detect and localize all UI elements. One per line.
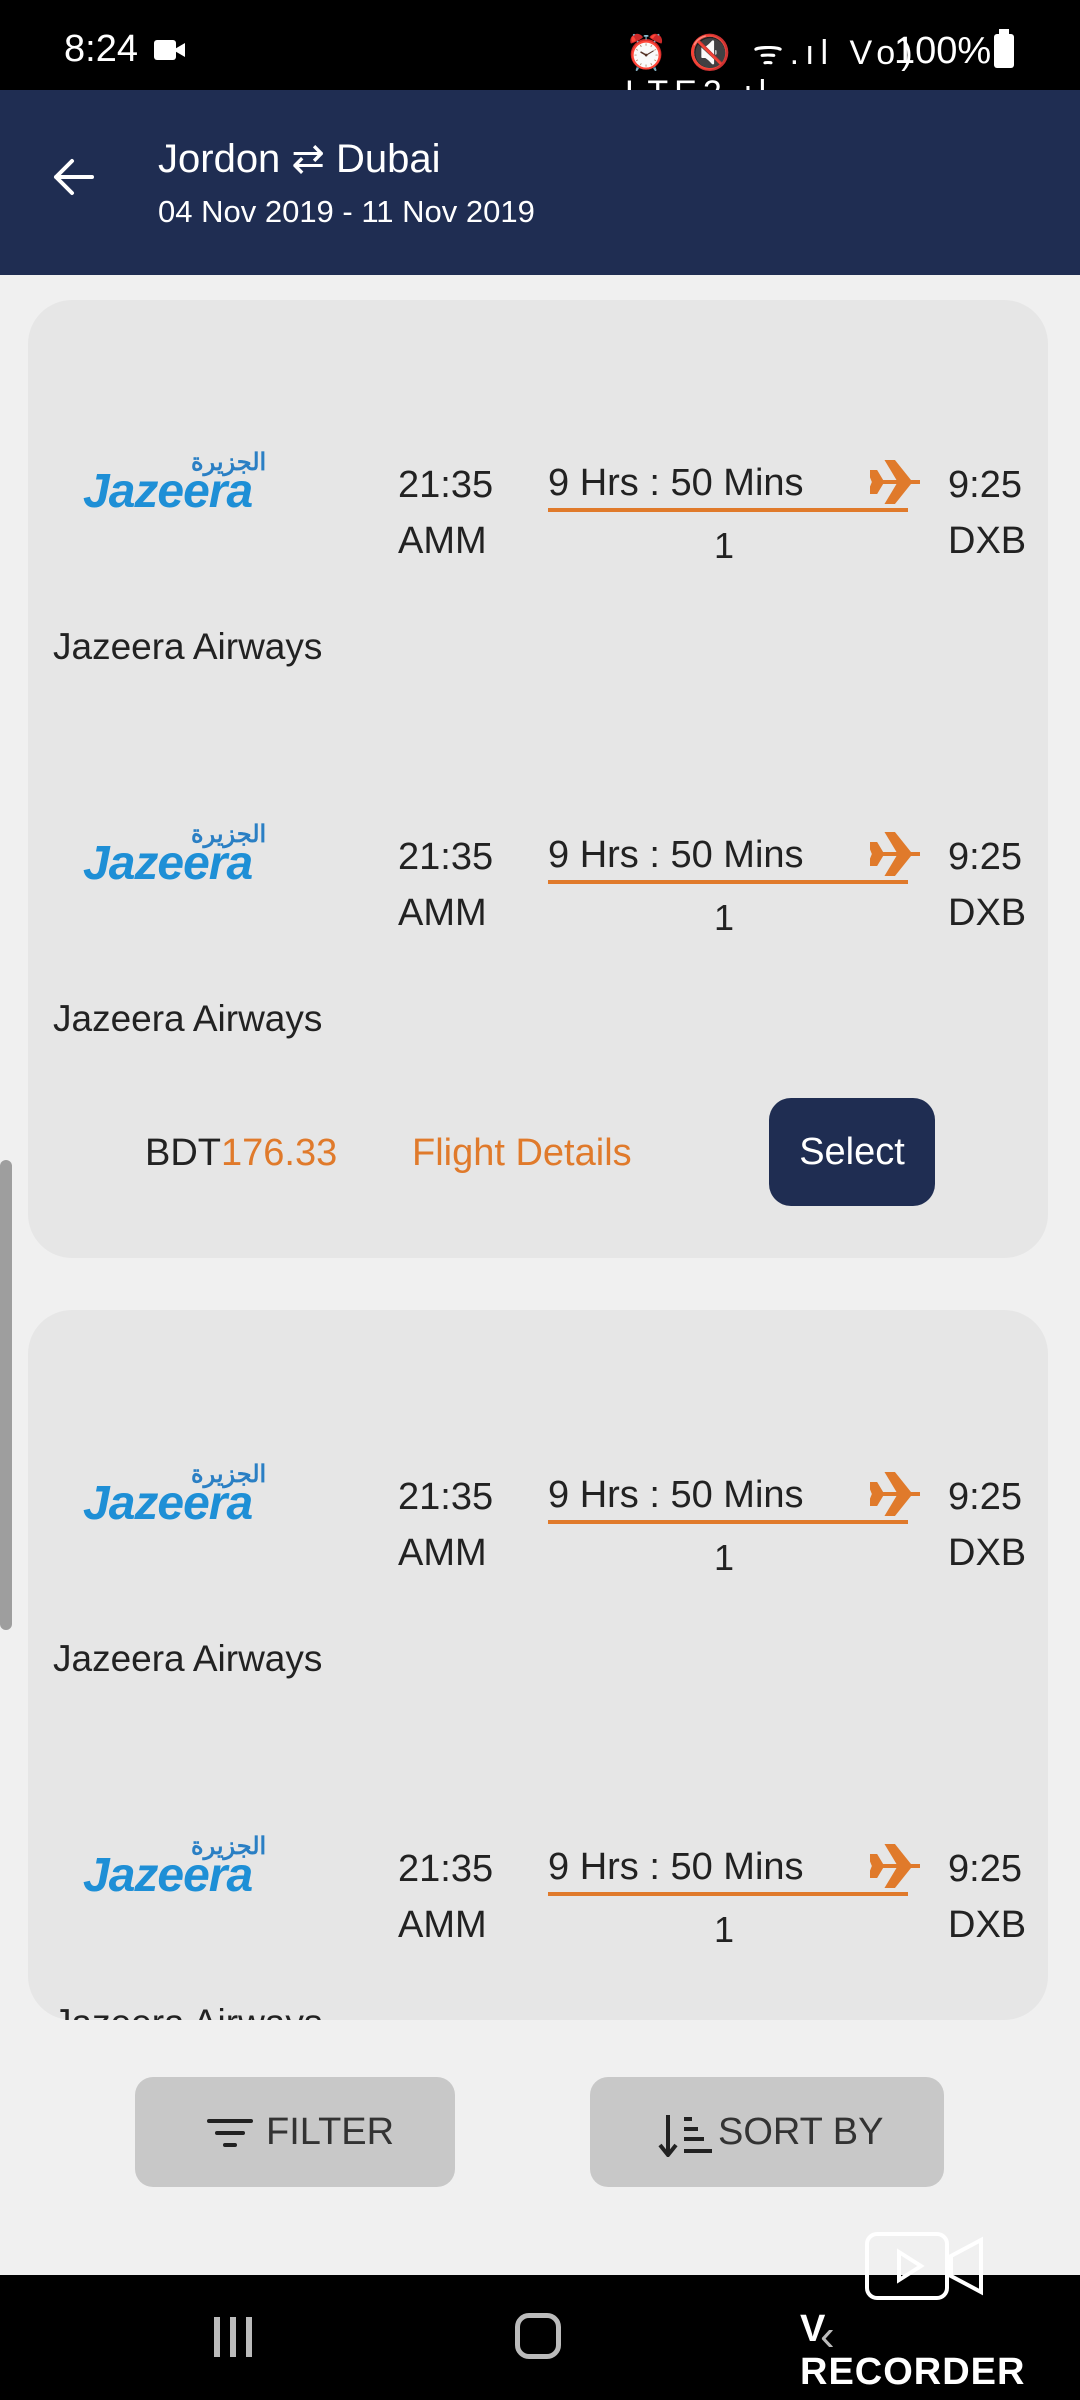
- video-recorder-icon: [865, 2230, 985, 2302]
- filter-button[interactable]: FILTER: [135, 2077, 455, 2187]
- route-line: [548, 508, 908, 512]
- airline-name: Jazeera Airways: [53, 998, 323, 1039]
- sort-by-button[interactable]: SORT BY: [590, 2077, 944, 2187]
- airplane-icon: [867, 832, 924, 876]
- currency-code: BDT: [145, 1132, 221, 1174]
- flight-duration: 9 Hrs : 50 Mins: [548, 1846, 804, 1888]
- route-title: Jordon ⇄ Dubai: [158, 137, 441, 181]
- arrival-time: 9:25: [948, 1476, 1022, 1518]
- arrival-code: DXB: [948, 1532, 1027, 1574]
- flight-duration: 9 Hrs : 50 Mins: [548, 1474, 804, 1516]
- route-line: [548, 880, 908, 884]
- filter-icon: [207, 2113, 253, 2153]
- route-line: [548, 1892, 908, 1896]
- sort-label: SORT BY: [718, 2111, 884, 2153]
- airline-name: Jazeera Airways: [53, 626, 323, 667]
- scroll-indicator[interactable]: [0, 1160, 12, 1630]
- flight-details-link[interactable]: Flight Details: [412, 1132, 632, 1175]
- route-line: [548, 1520, 908, 1524]
- jazeera-logo: الجزيرة Jazeera: [83, 1461, 267, 1530]
- jazeera-logo: الجزيرة Jazeera: [83, 1833, 267, 1902]
- jazeera-logo: الجزيرة Jazeera: [83, 821, 267, 890]
- arrival-code: DXB: [948, 520, 1027, 562]
- departure-time: 21:35: [398, 1476, 494, 1518]
- filter-label: FILTER: [266, 2111, 395, 2153]
- airplane-icon: [867, 460, 924, 504]
- recent-apps-icon[interactable]: [210, 2317, 256, 2357]
- flight-duration: 9 Hrs : 50 Mins: [548, 462, 804, 504]
- sort-icon: [658, 2113, 714, 2159]
- recorder-watermark: V RECORDER: [795, 2230, 1055, 2393]
- fare-price: BDT176.33: [145, 1132, 337, 1175]
- flight-card: الجزيرة Jazeera 21:35 AMM 9 Hrs : 50 Min…: [28, 1310, 1048, 2043]
- departure-code: AMM: [398, 520, 487, 562]
- arrival-code: DXB: [948, 892, 1027, 934]
- arrival-time: 9:25: [948, 464, 1022, 506]
- stops-count: 1: [714, 1537, 735, 1578]
- departure-code: AMM: [398, 1904, 487, 1946]
- jazeera-logo: الجزيرة Jazeera: [83, 449, 267, 518]
- stops-count: 1: [714, 897, 735, 938]
- watermark-text: V RECORDER: [800, 2308, 1026, 2393]
- battery-icon: [994, 29, 1014, 68]
- back-arrow-icon[interactable]: [52, 150, 102, 210]
- select-button[interactable]: Select: [769, 1098, 935, 1206]
- flight-card: الجزيرة Jazeera 21:35 AMM 9 Hrs : 50 Min…: [28, 300, 1048, 1258]
- app-header: Jordon ⇄ Dubai 04 Nov 2019 - 11 Nov 2019: [0, 90, 1080, 275]
- battery-percent: 100%: [894, 30, 992, 72]
- departure-time: 21:35: [398, 836, 494, 878]
- stops-count: 1: [714, 1909, 735, 1950]
- departure-code: AMM: [398, 1532, 487, 1574]
- arrival-time: 9:25: [948, 1848, 1022, 1890]
- departure-time: 21:35: [398, 464, 494, 506]
- arrival-time: 9:25: [948, 836, 1022, 878]
- departure-code: AMM: [398, 892, 487, 934]
- status-time: 8:24: [64, 28, 138, 70]
- route-dates: 04 Nov 2019 - 11 Nov 2019: [158, 194, 535, 229]
- flight-duration: 9 Hrs : 50 Mins: [548, 834, 804, 876]
- airplane-icon: [867, 1844, 924, 1888]
- departure-time: 21:35: [398, 1848, 494, 1890]
- arrival-code: DXB: [948, 1904, 1027, 1946]
- status-bar: 8:24 ⏰ 🔇 ᯤ.ıl Vo) LTE2.ıl 100%: [0, 0, 1080, 112]
- fare-amount: 176.33: [221, 1132, 338, 1174]
- video-camera-icon: [154, 40, 185, 60]
- stops-count: 1: [714, 525, 735, 566]
- airplane-icon: [867, 1472, 924, 1516]
- home-icon[interactable]: [515, 2313, 561, 2359]
- airline-name: Jazeera Airways: [53, 1638, 323, 1679]
